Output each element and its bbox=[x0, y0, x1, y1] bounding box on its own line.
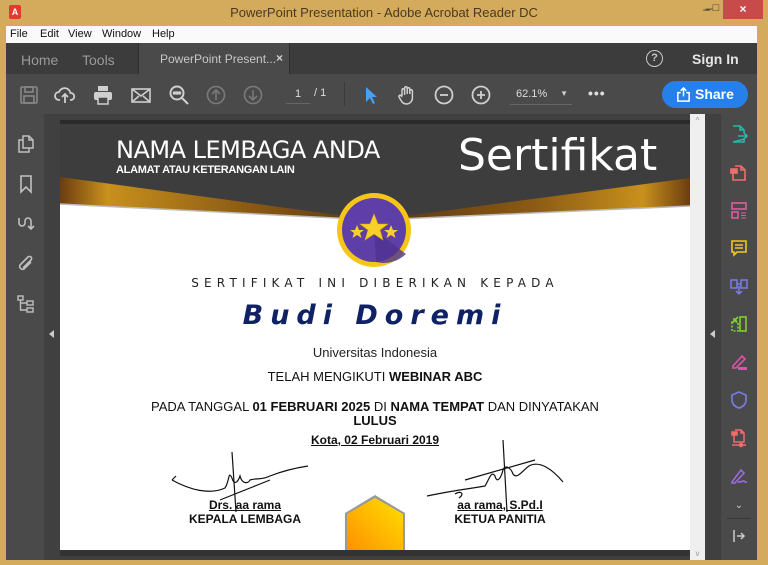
menu-file[interactable]: File bbox=[10, 28, 28, 40]
share-label: Share bbox=[695, 86, 734, 102]
menu-help[interactable]: Help bbox=[152, 28, 175, 40]
zoom-out-icon[interactable] bbox=[433, 84, 455, 106]
share-icon bbox=[677, 87, 690, 102]
select-cursor-icon[interactable] bbox=[360, 84, 382, 106]
menu-window[interactable]: Window bbox=[102, 28, 141, 40]
organization-address: ALAMAT ATAU KETERANGAN LAIN bbox=[116, 164, 295, 176]
page-thumbnails-icon[interactable] bbox=[16, 134, 36, 154]
issue-place-date: Kota, 02 Februari 2019 bbox=[310, 433, 440, 447]
date-prefix: PADA TANGGAL bbox=[151, 399, 253, 414]
title-bar: A PowerPoint Presentation - Adobe Acroba… bbox=[0, 0, 768, 26]
star-medal-icon bbox=[337, 193, 411, 267]
sign-in-button[interactable]: Sign In bbox=[692, 51, 739, 67]
page-up-icon[interactable] bbox=[205, 84, 227, 106]
signer-left: Drs. aa rama KEPALA LEMBAGA bbox=[145, 498, 345, 526]
scroll-down-icon[interactable]: v bbox=[690, 549, 705, 558]
acrobat-window: A PowerPoint Presentation - Adobe Acroba… bbox=[0, 0, 768, 565]
more-tools-chevron-icon[interactable]: ⌄ bbox=[733, 500, 745, 511]
tab-bar: Home Tools PowerPoint Present... × ? Sig… bbox=[6, 43, 757, 74]
bookmarks-icon[interactable] bbox=[16, 174, 36, 194]
save-icon[interactable] bbox=[18, 84, 40, 106]
document-tab-label: PowerPoint Present... bbox=[160, 52, 277, 66]
optimize-pdf-icon[interactable] bbox=[729, 428, 749, 448]
pdf-page: NAMA LEMBAGA ANDA ALAMAT ATAU KETERANGAN… bbox=[60, 120, 690, 556]
organize-pages-icon[interactable] bbox=[729, 314, 749, 334]
collapse-tools-pane-icon[interactable] bbox=[731, 528, 747, 544]
right-tools-pane: ⌄ bbox=[721, 114, 757, 560]
toolbar-divider bbox=[344, 82, 345, 106]
fill-sign-icon[interactable] bbox=[729, 352, 749, 372]
signer-right-name: aa rama, S.Pd.I bbox=[457, 498, 543, 512]
event-date: 01 FEBRUARI 2025 bbox=[252, 399, 371, 414]
zoom-level-value: 62.1% bbox=[516, 88, 548, 100]
edit-pdf-icon[interactable] bbox=[729, 200, 749, 220]
event-place: NAMA TEMPAT bbox=[390, 399, 485, 414]
maximize-button[interactable]: □ bbox=[709, 0, 723, 19]
attachments-icon[interactable] bbox=[16, 254, 36, 274]
attended-prefix: TELAH MENGIKUTI bbox=[267, 369, 389, 384]
close-button[interactable]: × bbox=[723, 0, 763, 19]
event-date-line: PADA TANGGAL 01 FEBRUARI 2025 DI NAMA TE… bbox=[60, 400, 690, 428]
scroll-up-icon[interactable]: ^ bbox=[690, 116, 705, 125]
certificate-title: Sertifikat bbox=[458, 130, 658, 181]
left-pane-gutter bbox=[44, 114, 60, 560]
organization-name: NAMA LEMBAGA ANDA bbox=[116, 136, 380, 164]
zoom-in-icon[interactable] bbox=[470, 84, 492, 106]
close-tab-icon[interactable]: × bbox=[276, 51, 283, 65]
vertical-scrollbar[interactable]: ^ v bbox=[690, 114, 705, 560]
right-tools-divider bbox=[727, 518, 751, 519]
share-button[interactable]: Share bbox=[662, 81, 748, 108]
menu-edit[interactable]: Edit bbox=[40, 28, 59, 40]
expand-left-pane-icon[interactable] bbox=[49, 330, 54, 338]
signer-left-role: KEPALA LEMBAGA bbox=[189, 512, 301, 526]
tab-tools[interactable]: Tools bbox=[82, 52, 115, 68]
create-pdf-icon[interactable] bbox=[729, 162, 749, 182]
event-name: WEBINAR ABC bbox=[388, 369, 483, 384]
content-tree-icon[interactable] bbox=[16, 294, 36, 314]
tab-home[interactable]: Home bbox=[21, 52, 58, 68]
menu-bar: File Edit View Window Help bbox=[6, 26, 757, 43]
right-pane-gutter bbox=[705, 114, 721, 560]
upload-cloud-icon[interactable] bbox=[54, 84, 76, 106]
more-tools-button[interactable]: ••• bbox=[588, 85, 606, 101]
signer-left-name: Drs. aa rama bbox=[208, 498, 282, 512]
signer-right: aa rama, S.Pd.I KETUA PANITIA bbox=[400, 498, 600, 526]
protect-icon[interactable] bbox=[729, 390, 749, 410]
page-down-icon[interactable] bbox=[242, 84, 264, 106]
comment-icon[interactable] bbox=[729, 238, 749, 258]
email-icon[interactable] bbox=[130, 84, 152, 106]
page-bottom-edge bbox=[60, 550, 690, 556]
attended-event: TELAH MENGIKUTI WEBINAR ABC bbox=[60, 369, 690, 384]
help-icon[interactable]: ? bbox=[646, 50, 663, 67]
toolbar: 1 / 1 62.1% ▼ ••• Share bbox=[6, 74, 757, 114]
combine-files-icon[interactable] bbox=[729, 276, 749, 296]
page-total: / 1 bbox=[314, 87, 327, 99]
print-icon[interactable] bbox=[92, 84, 114, 106]
left-navigation-pane bbox=[6, 114, 44, 560]
result-status: LULUS bbox=[353, 413, 397, 428]
send-for-signature-icon[interactable] bbox=[729, 466, 749, 486]
recipient-institution: Universitas Indonesia bbox=[312, 345, 438, 360]
chevron-down-icon: ▼ bbox=[560, 89, 568, 98]
window-title: PowerPoint Presentation - Adobe Acrobat … bbox=[230, 5, 538, 20]
zoom-level-select[interactable]: 62.1% ▼ bbox=[510, 86, 572, 105]
page-number-input[interactable]: 1 bbox=[286, 86, 310, 104]
certificate-given-to: SERTIFIKAT INI DIBERIKAN KEPADA bbox=[191, 276, 559, 290]
document-viewer: NAMA LEMBAGA ANDA ALAMAT ATAU KETERANGAN… bbox=[60, 114, 690, 560]
hand-tool-icon[interactable] bbox=[396, 84, 418, 106]
recipient-name: Budi Doremi bbox=[242, 300, 508, 331]
date-suffix: DAN DINYATAKAN bbox=[484, 399, 599, 414]
tab-document[interactable]: PowerPoint Present... × bbox=[138, 43, 290, 74]
signer-right-role: KETUA PANITIA bbox=[454, 512, 546, 526]
date-mid: DI bbox=[370, 399, 391, 414]
menu-view[interactable]: View bbox=[68, 28, 92, 40]
search-icon[interactable] bbox=[168, 84, 190, 106]
export-pdf-icon[interactable] bbox=[729, 124, 749, 144]
collapse-right-pane-icon[interactable] bbox=[710, 330, 715, 338]
signatures-icon[interactable] bbox=[16, 214, 36, 234]
ribbon-graphic bbox=[345, 495, 405, 556]
